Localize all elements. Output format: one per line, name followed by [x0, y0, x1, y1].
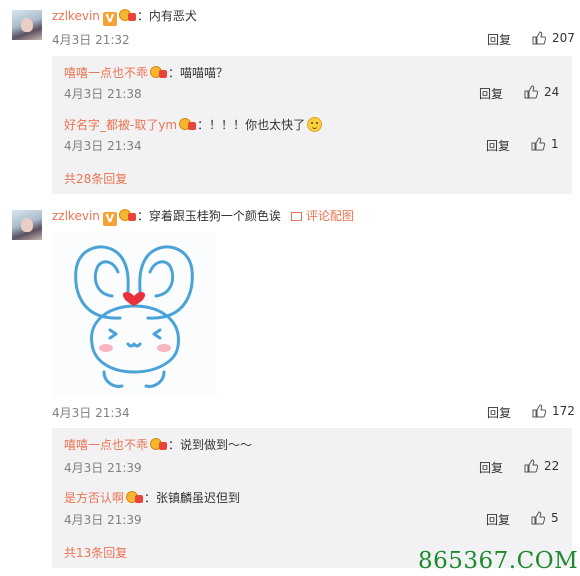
fan-badge-icon [118, 208, 137, 222]
like-count: 1 [551, 137, 559, 151]
reply-text: ：喵喵喵？ [168, 66, 229, 80]
thumbs-up-icon [532, 404, 547, 418]
reply-item: 嘻嘻一点也不乖 ：喵喵喵？ 4月3日 21:38 [64, 64, 229, 101]
like-button[interactable]: 24 [524, 85, 559, 99]
reply-item: 好名字_都被-取了ym ：！！！你也太快了 4月3日 21:34 [64, 116, 323, 153]
verified-v-icon: V [102, 12, 117, 26]
like-button[interactable]: 5 [531, 511, 559, 525]
username-link[interactable]: zzlkevin [52, 209, 100, 223]
thumbs-up-icon [531, 511, 546, 525]
reply-timestamp: 4月3日 21:38 [64, 87, 142, 101]
comment-text: ：穿着跟玉桂狗一个颜色诶 [136, 209, 281, 223]
reply-box: 嘻嘻一点也不乖 ：说到做到～～ 4月3日 21:39 回复 22 是方否认啊 ：张镇… [52, 428, 572, 568]
avatar[interactable] [12, 10, 42, 40]
fan-badge-icon [179, 117, 197, 131]
reply-button[interactable]: 回复 [486, 511, 510, 528]
reply-timestamp: 4月3日 21:39 [64, 513, 142, 527]
thumbs-up-icon [524, 85, 539, 99]
like-button[interactable]: 1 [531, 137, 559, 151]
more-replies-link[interactable]: 共28条回复 [64, 170, 127, 187]
reply-item: 嘻嘻一点也不乖 ：说到做到～～ 4月3日 21:39 [64, 436, 253, 475]
like-count: 207 [552, 31, 575, 45]
like-button[interactable]: 172 [532, 404, 575, 418]
reply-button[interactable]: 回复 [479, 85, 503, 102]
reply-button[interactable]: 回复 [486, 137, 510, 154]
comment-timestamp: 4月3日 21:34 [52, 406, 130, 420]
more-replies-link[interactable]: 共13条回复 [64, 544, 127, 561]
fan-badge-icon [126, 490, 144, 504]
comment-line: zzlkevin V ：内有恶犬 [52, 8, 197, 26]
comment-timestamp: 4月3日 21:32 [52, 33, 130, 47]
reply-timestamp: 4月3日 21:34 [64, 139, 142, 153]
like-button[interactable]: 22 [524, 459, 559, 473]
reply-text: ：说到做到～～ [168, 438, 253, 452]
verified-v-icon: V [102, 212, 117, 226]
site-watermark: 865367.COM [418, 548, 579, 574]
reply-username-link[interactable]: 嘻嘻一点也不乖 [64, 438, 148, 452]
like-count: 22 [544, 459, 560, 473]
reply-text: ：！！！你也太快了 [197, 118, 306, 132]
image-icon [290, 212, 302, 221]
fan-badge-icon [150, 437, 168, 451]
reply-button[interactable]: 回复 [479, 459, 503, 476]
reply-item: 是方否认啊 ：张镇麟虽迟但到 4月3日 21:39 [64, 489, 241, 527]
comment-text: ：内有恶犬 [136, 9, 197, 23]
username-link[interactable]: zzlkevin [52, 9, 100, 23]
thumbs-up-icon [524, 459, 539, 473]
comment-image-label: 评论配图 [305, 209, 354, 223]
reply-button[interactable]: 回复 [487, 404, 511, 421]
thumbs-up-icon [532, 31, 547, 45]
fan-badge-icon [118, 8, 137, 22]
reply-username-link[interactable]: 是方否认啊 [64, 491, 124, 505]
thumbs-up-icon [531, 137, 546, 151]
comment-line: zzlkevin V ：穿着跟玉桂狗一个颜色诶 评论配图 [52, 208, 354, 226]
like-count: 172 [552, 404, 575, 418]
reply-box: 嘻嘻一点也不乖 ：喵喵喵？ 4月3日 21:38 回复 24 好名字_都被-取了y… [52, 56, 572, 194]
like-count: 5 [551, 511, 559, 525]
bunny-sticker-image [74, 245, 194, 388]
reply-username-link[interactable]: 嘻嘻一点也不乖 [64, 66, 148, 80]
like-count: 24 [544, 85, 560, 99]
reply-text: ：张镇麟虽迟但到 [144, 491, 241, 505]
reply-timestamp: 4月3日 21:39 [64, 461, 142, 475]
reply-button[interactable]: 回复 [487, 31, 511, 48]
reply-username-link[interactable]: 好名字_都被-取了ym [64, 118, 177, 132]
fan-badge-icon [150, 65, 168, 79]
surprised-emoji-icon [307, 117, 323, 132]
like-button[interactable]: 207 [532, 31, 575, 45]
comment-sticker-image[interactable] [52, 232, 216, 396]
comment-image-link[interactable]: 评论配图 [290, 209, 354, 223]
avatar[interactable] [12, 210, 42, 240]
